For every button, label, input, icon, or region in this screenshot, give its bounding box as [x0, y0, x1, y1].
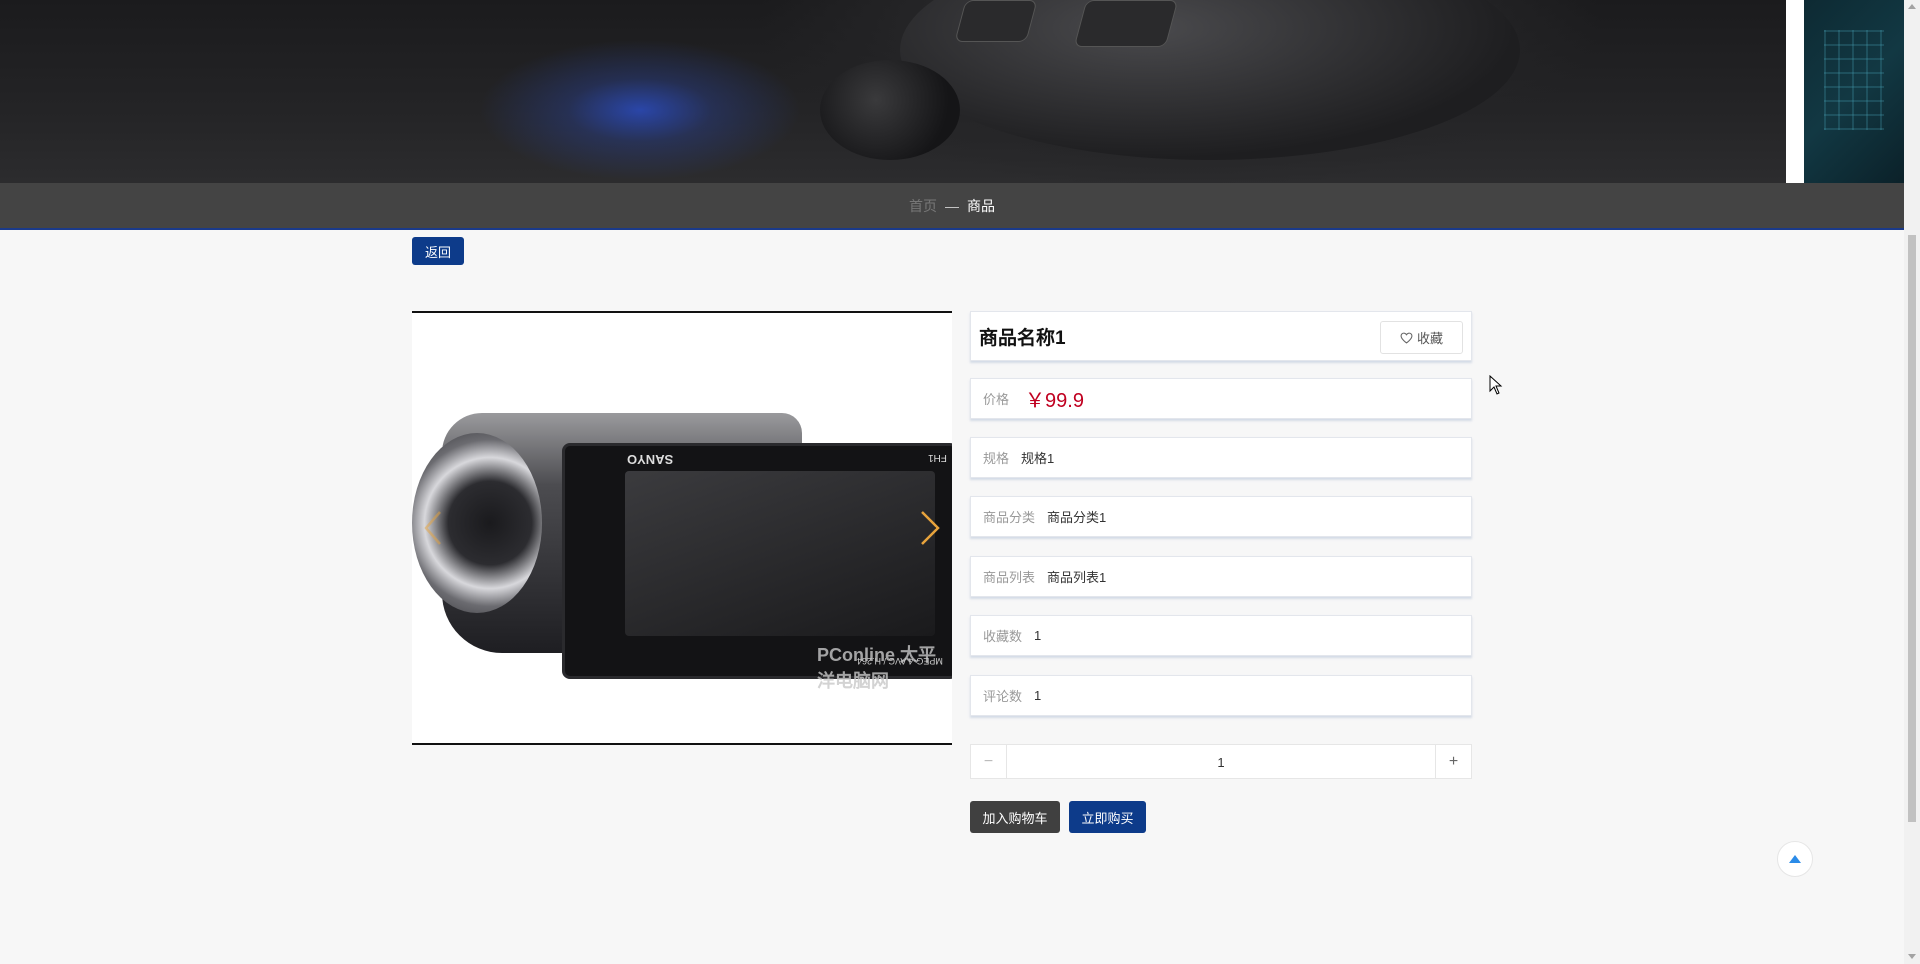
- breadcrumb-current: 商品: [967, 197, 995, 214]
- scroll-up-arrow-icon[interactable]: [1908, 4, 1916, 9]
- camera-brand-text: SANYO: [627, 452, 674, 467]
- favorites-count-label: 收藏数: [983, 629, 1023, 644]
- vertical-scrollbar[interactable]: [1904, 0, 1920, 964]
- comments-count-row: 评论数 1: [970, 675, 1472, 716]
- price-row: 价格 ￥99.9: [970, 378, 1472, 419]
- caret-up-icon: [1789, 855, 1801, 863]
- category-value: 商品分类1: [1047, 510, 1107, 525]
- camera-lcd: [625, 471, 935, 636]
- spec-row: 规格 规格1: [970, 437, 1472, 478]
- chevron-left-icon: [424, 511, 441, 545]
- product-list-row: 商品列表 商品列表1: [970, 556, 1472, 597]
- banner-divider: [1786, 0, 1804, 183]
- gamepad-button: [954, 0, 1038, 42]
- carousel-next-button[interactable]: [914, 508, 944, 548]
- image-watermark: PConline 太平洋电脑网: [817, 645, 937, 691]
- carousel-prev-button[interactable]: [420, 508, 450, 548]
- quantity-increase-button[interactable]: +: [1435, 745, 1471, 778]
- favorites-count-row: 收藏数 1: [970, 615, 1472, 656]
- spec-label: 规格: [983, 451, 1010, 466]
- product-list-label: 商品列表: [983, 570, 1036, 585]
- gamepad-button: [1073, 0, 1179, 47]
- favorite-label: 收藏: [1416, 331, 1443, 346]
- product-name: 商品名称1: [979, 327, 1066, 349]
- mouse-cursor-icon: [1489, 374, 1503, 400]
- category-row: 商品分类 商品分类1: [970, 496, 1472, 537]
- back-button[interactable]: 返回: [412, 237, 464, 265]
- product-list-value: 商品列表1: [1047, 570, 1107, 585]
- heart-icon: [1400, 332, 1413, 344]
- scrollbar-thumb[interactable]: [1908, 235, 1916, 822]
- breadcrumb: 首页 — 商品: [0, 183, 1904, 230]
- add-to-cart-button[interactable]: 加入购物车: [970, 801, 1060, 833]
- product-title-row: 商品名称1 收藏: [970, 311, 1472, 361]
- price-value: ￥99.9: [1025, 390, 1084, 412]
- comments-count-value: 1: [1034, 688, 1042, 703]
- banner-next-slide: [1804, 0, 1904, 183]
- product-image-carousel[interactable]: SANYO FH1 MPEG-4 AVC / H.264 PConline 太平…: [412, 311, 952, 745]
- hero-banner: [0, 0, 1904, 183]
- quantity-stepper: − +: [970, 744, 1472, 780]
- quantity-decrease-button[interactable]: −: [971, 745, 1007, 778]
- product-image: SANYO FH1 MPEG-4 AVC / H.264 PConline 太平…: [412, 393, 952, 691]
- category-label: 商品分类: [983, 510, 1036, 525]
- buy-now-button[interactable]: 立即购买: [1069, 801, 1146, 833]
- comments-count-label: 评论数: [983, 689, 1023, 704]
- favorites-count-value: 1: [1034, 628, 1042, 643]
- gamepad-stick: [820, 60, 960, 160]
- spec-value: 规格1: [1021, 451, 1055, 466]
- back-to-top-button[interactable]: [1777, 841, 1813, 877]
- breadcrumb-home-link[interactable]: 首页: [909, 196, 937, 216]
- quantity-input[interactable]: [1007, 745, 1435, 780]
- breadcrumb-separator: —: [945, 197, 959, 214]
- camera-model-text: FH1: [928, 452, 947, 463]
- favorite-button[interactable]: 收藏: [1380, 321, 1463, 354]
- chevron-right-icon: [921, 511, 940, 545]
- price-label: 价格: [983, 392, 1010, 407]
- scroll-down-arrow-icon[interactable]: [1908, 954, 1916, 959]
